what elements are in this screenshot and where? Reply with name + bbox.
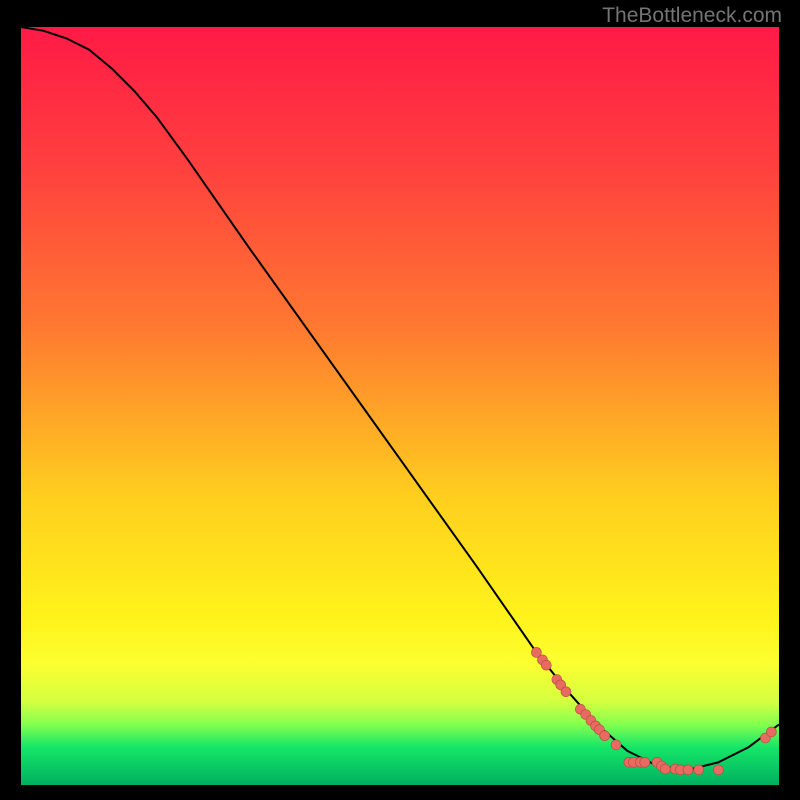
chart-stage: TheBottleneck.com (0, 0, 800, 800)
watermark-text: TheBottleneck.com (602, 4, 782, 28)
gradient-plot-area (21, 27, 779, 785)
